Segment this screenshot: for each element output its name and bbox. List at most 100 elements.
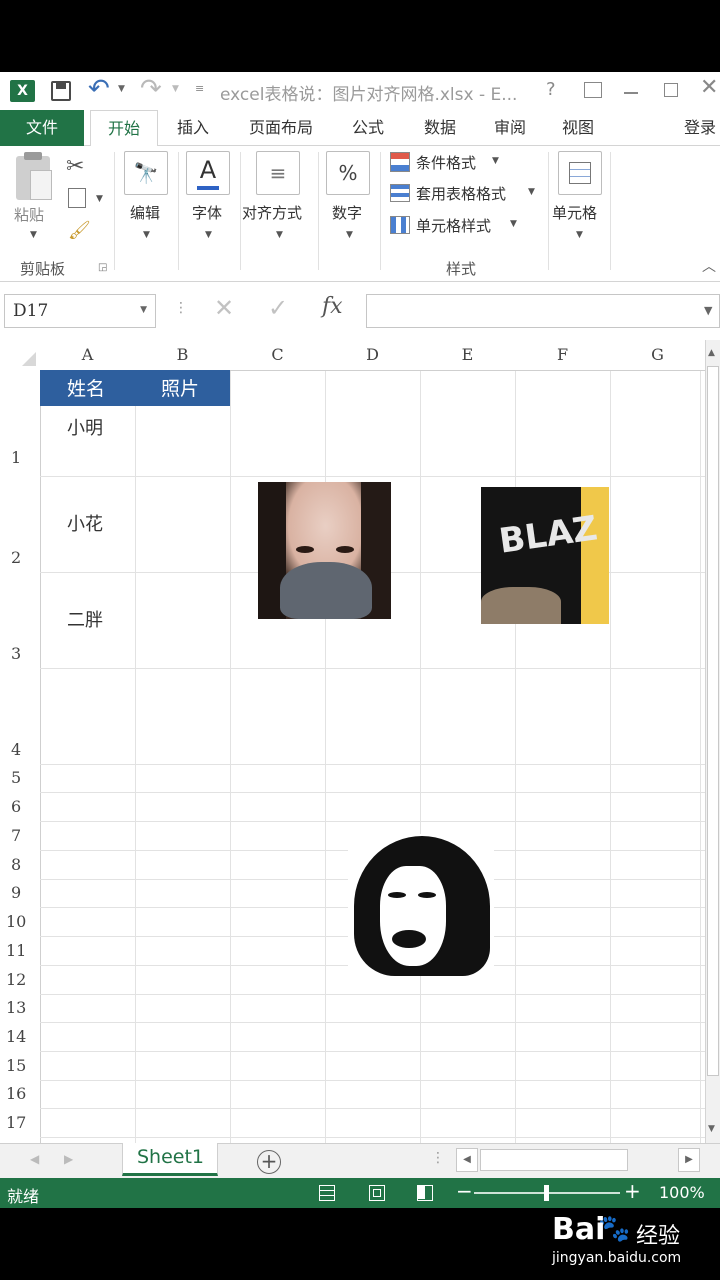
percent-icon[interactable]: % (326, 151, 370, 195)
normal-view-icon[interactable] (319, 1185, 335, 1201)
row-header-3[interactable]: 3 (0, 644, 40, 663)
row-header-2[interactable]: 2 (0, 548, 40, 567)
redo-icon[interactable]: ↷ (140, 74, 162, 104)
paste-dropdown-icon[interactable]: ▼ (30, 230, 37, 240)
row-header-10[interactable]: 10 (0, 912, 40, 931)
alignment-label[interactable]: 对齐方式 (242, 202, 302, 223)
minimize-icon[interactable] (624, 92, 638, 94)
sheet-prev-icon[interactable]: ◀ (30, 1152, 39, 1166)
hscroll-thumb[interactable] (480, 1149, 628, 1171)
editing-dropdown-icon[interactable]: ▼ (143, 230, 150, 240)
tab-page-layout[interactable]: 页面布局 (236, 110, 326, 146)
picture-masked-face[interactable] (258, 482, 391, 619)
worksheet-grid[interactable]: A B C D E F G 1 2 3 4 5 6 7 8 9 10 11 12… (0, 340, 705, 1143)
tab-home[interactable]: 开始 (90, 110, 158, 147)
cut-icon[interactable]: ✂ (66, 154, 84, 179)
undo-dropdown-icon[interactable]: ▼ (118, 84, 125, 94)
sheet-tab-sheet1[interactable]: Sheet1 (122, 1143, 218, 1176)
copy-dropdown-icon[interactable]: ▼ (96, 194, 103, 204)
tab-data[interactable]: 数据 (410, 110, 470, 146)
row-header-15[interactable]: 15 (0, 1056, 40, 1075)
column-header-g[interactable]: G (610, 340, 705, 370)
format-painter-icon[interactable]: 🖌 (68, 220, 91, 241)
font-dropdown-icon[interactable]: ▼ (205, 230, 212, 240)
cell-a3[interactable]: 小花 (67, 510, 103, 536)
table-format-icon[interactable] (390, 184, 410, 202)
column-header-a[interactable]: A (40, 340, 135, 370)
ribbon-display-icon[interactable] (584, 82, 602, 98)
row-header-13[interactable]: 13 (0, 998, 40, 1017)
row-header-12[interactable]: 12 (0, 970, 40, 989)
hscroll-right-icon[interactable]: ▶ (678, 1148, 700, 1172)
alignment-icon[interactable]: ≡ (256, 151, 300, 195)
page-layout-view-icon[interactable] (369, 1185, 385, 1201)
row-header-8[interactable]: 8 (0, 855, 40, 874)
paste-icon[interactable] (16, 152, 52, 200)
cell-a2[interactable]: 小明 (67, 414, 103, 440)
tab-review[interactable]: 审阅 (480, 110, 540, 146)
cells-label[interactable]: 单元格 (552, 202, 597, 223)
editing-label[interactable]: 编辑 (130, 202, 160, 223)
cells-dropdown-icon[interactable]: ▼ (576, 230, 583, 240)
column-header-c[interactable]: C (230, 340, 325, 370)
cell-styles-label[interactable]: 单元格样式 (416, 215, 491, 236)
add-sheet-button[interactable]: + (257, 1150, 281, 1174)
header-cell-photo[interactable]: 照片 (135, 370, 230, 406)
alignment-dropdown-icon[interactable]: ▼ (276, 230, 283, 240)
tab-split-grip-icon[interactable]: ⋮ (431, 1150, 445, 1166)
table-format-dropdown-icon[interactable]: ▼ (528, 187, 535, 197)
page-break-view-icon[interactable] (417, 1185, 433, 1201)
cells-icon[interactable] (558, 151, 602, 195)
tab-insert[interactable]: 插入 (164, 110, 222, 146)
number-label[interactable]: 数字 (332, 202, 362, 223)
conditional-format-label[interactable]: 条件格式 (416, 152, 476, 173)
paste-label[interactable]: 粘贴 (14, 204, 44, 225)
column-header-d[interactable]: D (325, 340, 420, 370)
formula-input[interactable] (366, 294, 720, 328)
undo-icon[interactable]: ↶ (88, 74, 110, 104)
row-header-6[interactable]: 6 (0, 797, 40, 816)
tab-file[interactable]: 文件 (0, 110, 84, 146)
picture-blaze-shirt[interactable]: BLAZ (481, 487, 609, 624)
row-header-17[interactable]: 17 (0, 1113, 40, 1132)
close-icon[interactable]: ✕ (700, 75, 718, 100)
scroll-down-icon[interactable]: ▼ (708, 1124, 715, 1134)
cell-a4[interactable]: 二胖 (67, 606, 103, 632)
font-label[interactable]: 字体 (192, 202, 222, 223)
sign-in-link[interactable]: 登录 (684, 110, 720, 146)
column-header-e[interactable]: E (420, 340, 515, 370)
row-header-16[interactable]: 16 (0, 1084, 40, 1103)
name-box[interactable]: D17 ▼ (4, 294, 156, 328)
font-icon[interactable]: A (186, 151, 230, 195)
row-header-1[interactable]: 1 (0, 448, 40, 467)
collapse-ribbon-icon[interactable]: ︿ (702, 256, 716, 276)
binoculars-icon[interactable]: 🔭 (124, 151, 168, 195)
conditional-format-dropdown-icon[interactable]: ▼ (492, 156, 499, 166)
name-box-dropdown-icon[interactable]: ▼ (140, 305, 147, 315)
insert-function-button[interactable]: fx (322, 294, 343, 319)
row-header-5[interactable]: 5 (0, 768, 40, 787)
zoom-slider-thumb[interactable] (544, 1185, 549, 1201)
row-header-7[interactable]: 7 (0, 826, 40, 845)
sheet-next-icon[interactable]: ▶ (64, 1152, 73, 1166)
expand-formula-icon[interactable]: ▼ (704, 304, 712, 317)
conditional-format-icon[interactable] (390, 152, 410, 172)
zoom-level[interactable]: 100% (659, 1183, 705, 1202)
scroll-up-icon[interactable]: ▲ (708, 348, 715, 358)
tab-view[interactable]: 视图 (548, 110, 608, 146)
zoom-in-button[interactable]: + (624, 1179, 641, 1203)
horizontal-scrollbar[interactable]: ◀ ▶ (456, 1148, 700, 1174)
enter-icon[interactable]: ✓ (268, 294, 288, 322)
row-header-9[interactable]: 9 (0, 883, 40, 902)
row-header-4[interactable]: 4 (0, 740, 40, 759)
table-format-label[interactable]: 套用表格格式 (416, 183, 506, 204)
header-cell-name[interactable]: 姓名 (40, 370, 135, 406)
column-header-f[interactable]: F (515, 340, 610, 370)
picture-sketch-face[interactable] (348, 834, 494, 976)
clipboard-launcher-icon[interactable]: ◲ (98, 262, 107, 273)
vertical-scrollbar[interactable]: ▲ ▼ (705, 340, 720, 1143)
save-icon[interactable] (51, 81, 71, 101)
cell-styles-icon[interactable] (390, 216, 410, 234)
cell-styles-dropdown-icon[interactable]: ▼ (510, 219, 517, 229)
maximize-icon[interactable] (664, 83, 678, 97)
